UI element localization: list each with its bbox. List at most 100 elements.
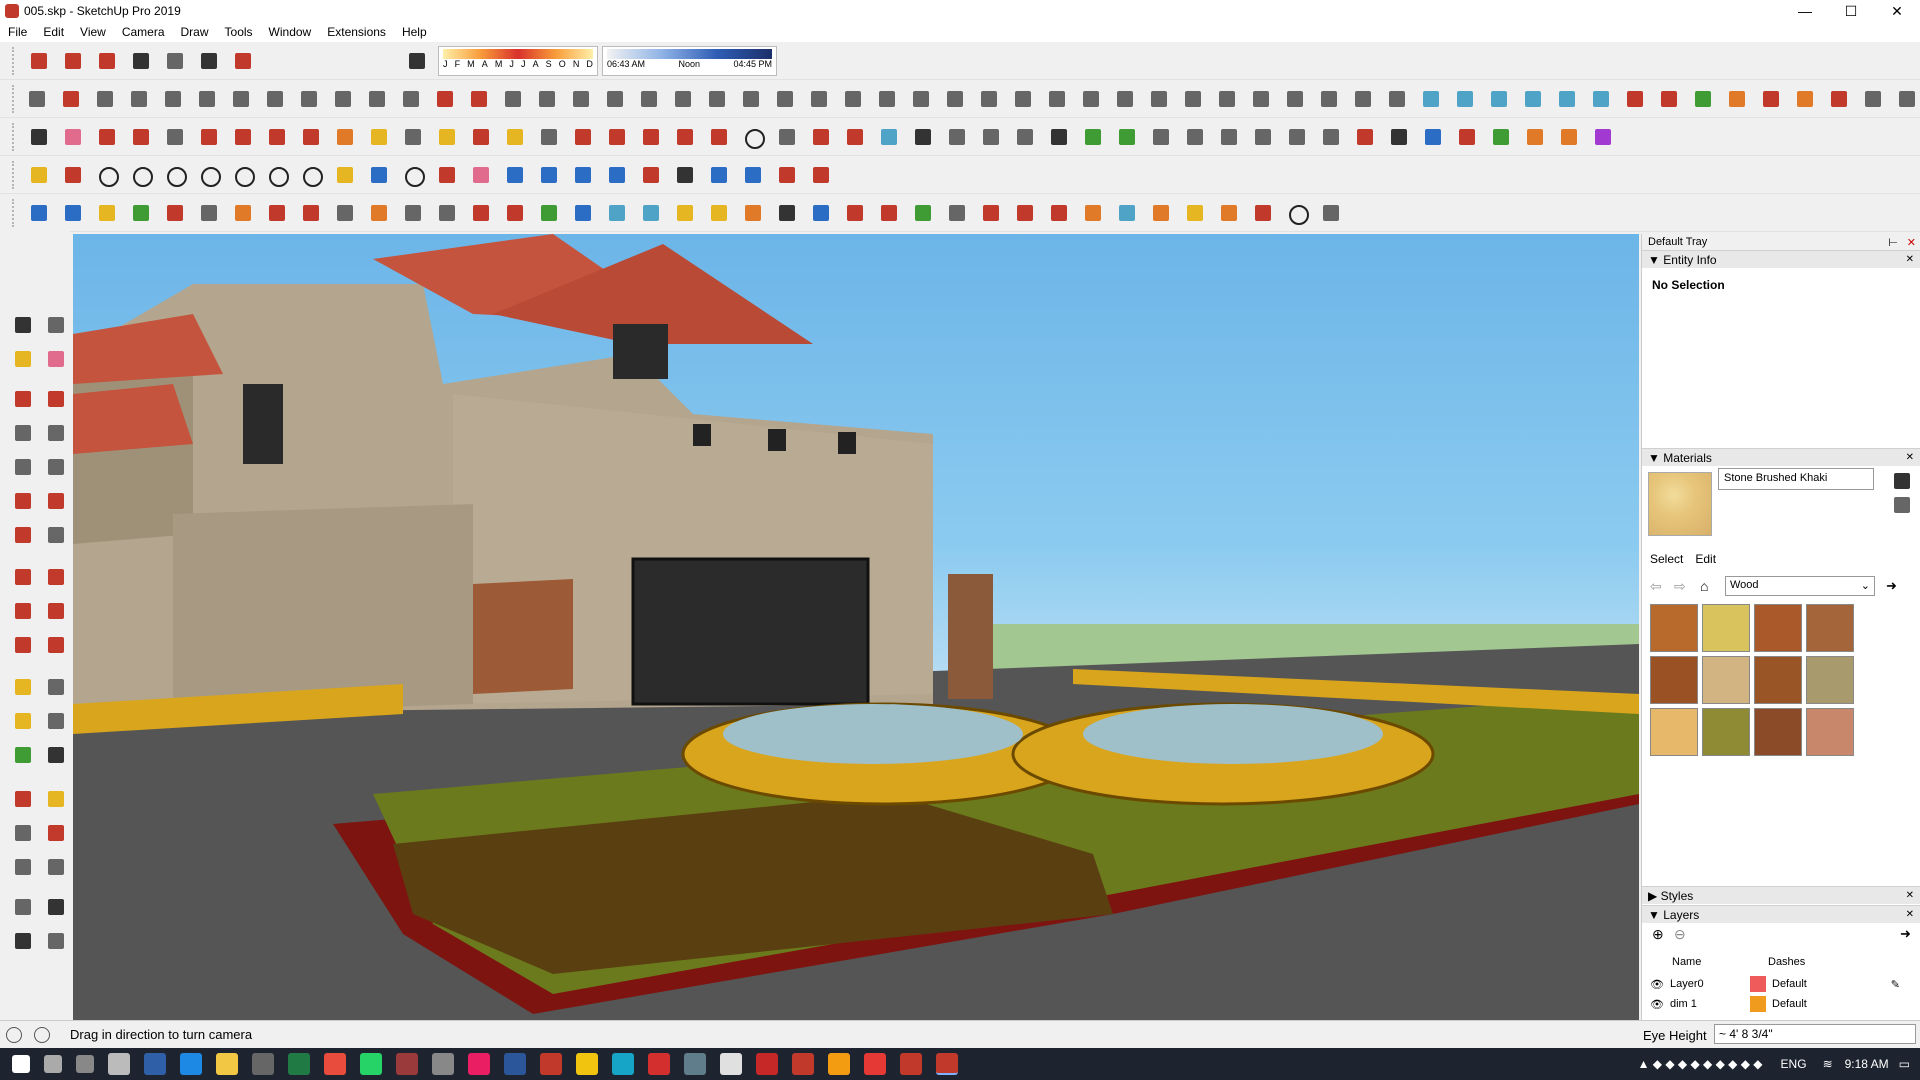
gear-shape-icon[interactable] [160,86,186,112]
extrude-icon[interactable] [398,86,424,112]
group-icon[interactable] [978,200,1004,226]
sketchup-icon[interactable] [900,1053,922,1075]
home-icon[interactable]: ⌂ [1700,578,1708,594]
undo-red-icon[interactable] [876,200,902,226]
info-status-icon[interactable] [34,1026,50,1043]
offset-icon[interactable] [364,86,390,112]
extension-manager-icon[interactable] [706,124,732,150]
delete-layer-icon[interactable]: ⊖ [1674,926,1686,943]
knife-icon[interactable] [1044,86,1070,112]
shadow-date-slider[interactable]: JFMAMJJASOND [438,45,598,76]
solid-intersect-icon[interactable] [1486,86,1512,112]
front-view-icon[interactable] [94,48,120,74]
word-icon[interactable] [504,1053,526,1075]
solid-trim-icon[interactable] [1520,86,1546,112]
front-house-icon[interactable] [1216,124,1242,150]
look-around-eye-icon[interactable] [43,894,69,920]
close-scene-icon[interactable] [1012,124,1038,150]
rotate-dark-icon[interactable] [774,200,800,226]
move-blue-icon[interactable] [808,200,834,226]
rectangle-icon[interactable] [162,124,188,150]
arrows-red-icon[interactable] [638,162,664,188]
wand-icon[interactable] [332,162,358,188]
create-material-icon[interactable] [1889,468,1910,489]
axis-blue-icon[interactable] [1420,124,1446,150]
protractor-icon[interactable] [10,708,36,734]
parallelogram-icon[interactable] [230,162,256,188]
3d-text-icon[interactable] [43,742,69,768]
make-component-icon[interactable] [43,312,69,338]
material-swatch[interactable] [1702,708,1750,756]
helix-icon[interactable] [296,86,322,112]
maximize-button[interactable]: ☐ [1828,0,1874,22]
right-house-icon[interactable] [1182,124,1208,150]
grid-small-icon[interactable] [1318,200,1344,226]
menu-help[interactable]: Help [394,25,435,39]
hook-pair-icon[interactable] [740,200,766,226]
material-swatch[interactable] [1702,604,1750,652]
whatsapp-icon[interactable] [360,1053,382,1075]
spin-icon[interactable] [1350,86,1376,112]
knife-red-icon[interactable] [434,162,460,188]
rotated-rect-icon[interactable] [43,420,69,446]
menu-file[interactable]: File [0,25,35,39]
circle-dots-icon[interactable] [1284,200,1310,226]
unfold-icon[interactable] [1214,86,1240,112]
torus-icon[interactable] [262,86,288,112]
eraser-tool-icon[interactable] [43,346,69,372]
face-flat-icon[interactable] [60,200,86,226]
close-button[interactable]: ✕ [1874,0,1920,22]
curve-tool-icon[interactable] [24,86,50,112]
wave-icon[interactable] [602,86,628,112]
can-icon[interactable] [842,200,868,226]
link-icon[interactable] [400,200,426,226]
excel-icon[interactable] [288,1053,310,1075]
push-pull-icon[interactable] [196,124,222,150]
material-swatch[interactable] [1754,708,1802,756]
back-arrow-icon[interactable]: ⇦ [1650,578,1662,595]
toolbar-grip[interactable] [12,198,16,227]
entity-info-header[interactable]: ▼ Entity Info ✕ [1642,250,1920,268]
wifi-icon[interactable]: ≋ [1823,1057,1833,1071]
crease-icon[interactable] [1010,86,1036,112]
rect-tool-icon[interactable] [10,420,36,446]
settings-gear-icon[interactable] [1046,124,1072,150]
hook-icon[interactable] [706,200,732,226]
grid-icon[interactable] [568,86,594,112]
toolbar-grip[interactable] [12,46,16,75]
materials-header[interactable]: ▼ Materials ✕ [1642,448,1920,466]
face-green-icon[interactable] [128,200,154,226]
app-icon[interactable] [828,1053,850,1075]
windows-start-icon[interactable] [12,1055,30,1073]
skin-icon[interactable] [840,86,866,112]
menu-extensions[interactable]: Extensions [319,25,394,39]
dimension-tool-icon[interactable] [43,674,69,700]
file-explorer-icon[interactable] [216,1053,238,1075]
current-material-swatch[interactable] [1648,472,1712,536]
sandbox-contours-icon[interactable] [1080,124,1106,150]
dome-icon[interactable] [1078,86,1104,112]
axis-dark-icon[interactable] [1386,124,1412,150]
material-swatch[interactable] [1806,604,1854,652]
freehand-tool-icon[interactable] [43,386,69,412]
toolbar-grip[interactable] [12,160,16,189]
solid-subtract-icon[interactable] [1452,86,1478,112]
undo-curve-icon[interactable] [740,162,766,188]
stamp-icon[interactable] [1690,86,1716,112]
oval-lasso-icon[interactable] [196,162,222,188]
box-shape-icon[interactable] [194,86,220,112]
close-panel-icon[interactable]: ✕ [1906,890,1914,901]
triangle-icon[interactable] [672,200,698,226]
orbit-tool-icon[interactable] [10,786,36,812]
frame-icon[interactable] [1114,200,1140,226]
zoom-icon[interactable] [536,124,562,150]
iso-house-icon[interactable] [1148,124,1174,150]
zoom-window-icon[interactable] [43,820,69,846]
tape-tool-icon[interactable] [10,674,36,700]
rectangle-lasso-icon[interactable] [94,162,120,188]
face-yellow-icon[interactable] [94,200,120,226]
tab-edit[interactable]: Edit [1695,552,1716,566]
components-icon[interactable] [910,200,936,226]
paint-tool-icon[interactable] [10,346,36,372]
explode-icon[interactable] [944,200,970,226]
